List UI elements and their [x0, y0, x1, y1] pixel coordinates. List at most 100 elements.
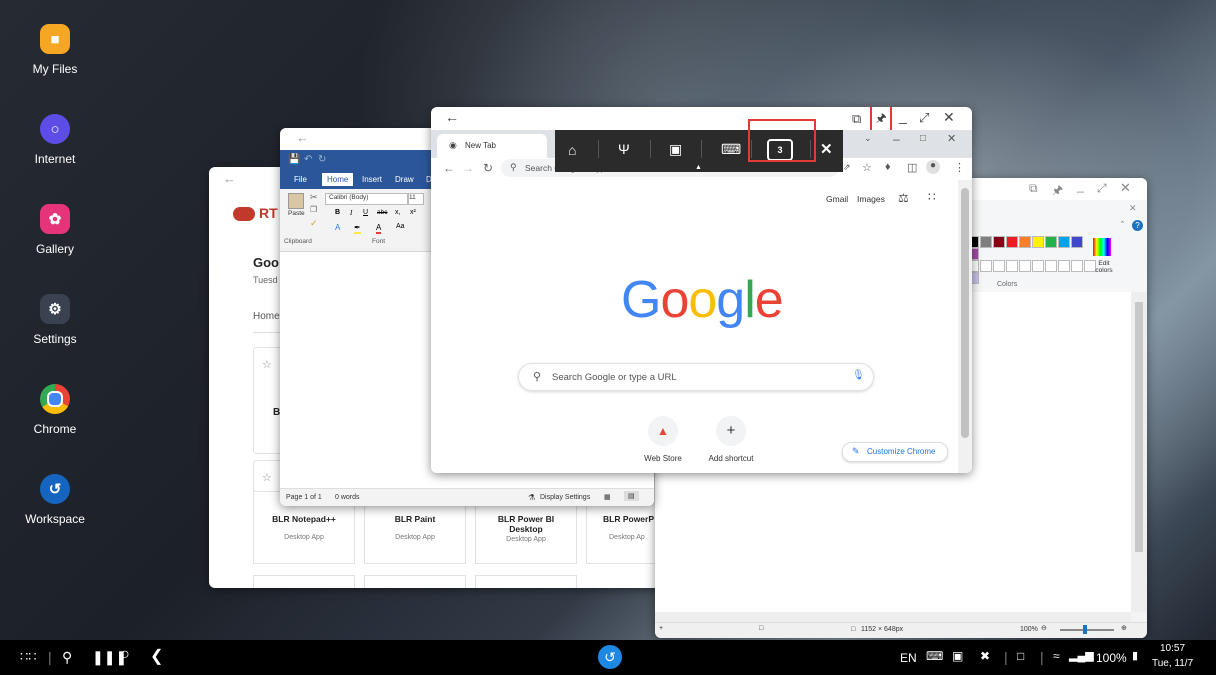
ribbon-close-icon[interactable]: ✕ — [1129, 203, 1137, 214]
color-swatch[interactable] — [1006, 236, 1018, 248]
app-card[interactable] — [364, 575, 466, 588]
zoom-out-icon[interactable]: ⊖ — [1041, 624, 1047, 632]
zoom-slider[interactable] — [1060, 629, 1114, 631]
screen-capture-icon[interactable]: ▣ — [952, 649, 963, 663]
vertical-scrollbar[interactable] — [1131, 292, 1147, 612]
star-icon[interactable]: ☆ — [262, 358, 272, 371]
portal-home-tab[interactable]: Home — [253, 311, 280, 322]
chrome-restore-icon[interactable]: □ — [920, 133, 926, 144]
chrome-menu-icon[interactable]: ⋮ — [954, 161, 965, 174]
change-case-icon[interactable]: Aa — [396, 223, 405, 230]
strikethrough-icon[interactable]: abc — [377, 209, 387, 216]
extensions-icon[interactable]: ♦ — [885, 161, 891, 173]
copy-icon[interactable]: ❐ — [310, 205, 317, 214]
star-icon[interactable]: ☆ — [262, 471, 272, 484]
font-name-select[interactable]: Calibri (Body) — [325, 193, 408, 205]
side-panel-icon[interactable]: ◫ — [907, 161, 917, 174]
desktop-icon-chrome[interactable]: Chrome — [20, 384, 90, 436]
underline-icon[interactable]: U — [363, 209, 368, 216]
back-arrow-icon[interactable]: ← — [296, 130, 309, 145]
home-icon[interactable]: ⌂ — [568, 142, 576, 158]
back-arrow-icon[interactable]: ← — [445, 109, 459, 125]
paste-icon[interactable] — [288, 193, 304, 209]
back-arrow-icon[interactable]: ← — [223, 171, 236, 186]
pin-icon[interactable]: 🖈 — [870, 107, 892, 132]
tab-draw[interactable]: Draw — [395, 175, 414, 184]
maximize-icon[interactable]: ⤢ — [919, 110, 929, 126]
search-icon[interactable]: ⚲ — [62, 649, 72, 666]
font-color-icon[interactable]: A — [376, 223, 382, 234]
custom-color-row[interactable] — [967, 260, 1097, 272]
zoom-slider-thumb[interactable] — [1083, 625, 1087, 634]
color-swatch[interactable] — [1019, 236, 1031, 248]
italic-icon[interactable]: I — [350, 209, 352, 217]
chrome-minimize-icon[interactable]: – — [893, 132, 900, 146]
desktop-icon-gallery[interactable]: ✿ Gallery — [20, 204, 90, 256]
desktop-icon-my-files[interactable]: ■ My Files — [20, 24, 90, 76]
tab-search-icon[interactable]: ⌄ — [864, 133, 872, 144]
tab-new-tab[interactable]: ◉ New Tab — [437, 134, 547, 158]
format-painter-icon[interactable]: ✓ — [310, 218, 318, 229]
nav-forward-icon[interactable]: → — [462, 161, 474, 175]
superscript-icon[interactable]: x² — [410, 209, 416, 216]
zoom-in-icon[interactable]: ⊕ — [1121, 624, 1127, 632]
search-input[interactable]: ⚲ Search Google or type a URL 🎙 — [518, 363, 874, 391]
reload-icon[interactable]: ↻ — [483, 161, 493, 175]
redo-icon[interactable]: ↻ — [318, 154, 326, 165]
save-icon[interactable]: 💾 — [288, 154, 300, 165]
undo-icon[interactable]: ↶ — [304, 154, 312, 165]
desktop-icon-settings[interactable]: ⚙ Settings — [20, 294, 90, 346]
workspace-app-icon[interactable]: ↺ — [598, 645, 622, 669]
notification-icon[interactable]: □ — [1017, 649, 1024, 663]
ribbon-collapse-icon[interactable]: ˆ — [1121, 220, 1124, 230]
usb-icon[interactable]: Ψ — [618, 141, 630, 157]
app-card[interactable] — [253, 575, 355, 588]
images-link[interactable]: Images — [857, 194, 885, 204]
print-layout-icon[interactable]: ▤ — [624, 491, 639, 501]
bold-icon[interactable]: B — [335, 209, 340, 216]
color-swatch[interactable] — [1045, 236, 1057, 248]
collapse-caret-icon[interactable]: ▲ — [695, 164, 702, 171]
color-swatch[interactable] — [1032, 236, 1044, 248]
maximize-icon[interactable]: ⤢ — [1097, 181, 1107, 196]
desktop-icon-internet[interactable]: ○ Internet — [20, 114, 90, 166]
highlight-icon[interactable]: ✒ — [354, 223, 361, 234]
apps-grid-icon[interactable]: ∷∷ — [20, 649, 37, 665]
display-settings-icon[interactable]: ⚗ — [528, 493, 535, 502]
app-card[interactable] — [475, 575, 577, 588]
pin-icon[interactable]: 🖈 — [1052, 181, 1063, 202]
display-settings-button[interactable]: Display Settings — [540, 494, 590, 501]
shortcut-add[interactable]: + Add shortcut — [701, 416, 761, 463]
color-swatch[interactable] — [980, 236, 992, 248]
page-scrollbar[interactable] — [958, 180, 972, 473]
close-icon[interactable]: ✕ — [1120, 180, 1131, 196]
nav-back-icon[interactable]: ← — [443, 161, 455, 175]
minimize-icon[interactable]: _ — [899, 108, 907, 124]
shortcut-web-store[interactable]: ▲ Web Store — [633, 416, 693, 463]
color-swatch[interactable] — [1058, 236, 1070, 248]
help-icon[interactable]: ? — [1132, 220, 1143, 231]
home-icon[interactable]: ○ — [120, 646, 130, 664]
read-mode-icon[interactable]: ▦ — [604, 493, 611, 501]
close-icon[interactable]: ✕ — [943, 109, 955, 126]
language-indicator[interactable]: EN — [900, 651, 917, 665]
labs-flask-icon[interactable]: ⚖ — [898, 191, 909, 205]
toolbar-close-icon[interactable]: ✕ — [820, 140, 833, 158]
share-icon[interactable]: ⇗ — [843, 162, 851, 173]
bookmark-star-icon[interactable]: ☆ — [862, 161, 872, 174]
subscript-icon[interactable]: x, — [395, 209, 400, 216]
keyboard-icon[interactable]: ⌨ — [926, 649, 943, 663]
edit-colors-icon[interactable] — [1093, 238, 1111, 256]
color-swatch[interactable] — [993, 236, 1005, 248]
color-swatch[interactable] — [1071, 236, 1083, 248]
tab-file[interactable]: File — [294, 175, 307, 184]
tab-insert[interactable]: Insert — [362, 175, 382, 184]
cut-icon[interactable]: ✂ — [310, 192, 318, 203]
multi-window-icon[interactable]: ⧉ — [1029, 181, 1038, 196]
font-size-select[interactable]: 11 — [408, 193, 424, 205]
horizontal-scrollbar[interactable] — [655, 612, 1131, 622]
profile-avatar[interactable]: ● — [926, 160, 940, 174]
gmail-link[interactable]: Gmail — [826, 194, 848, 204]
back-icon[interactable]: ❮ — [150, 646, 163, 666]
screenshot-icon[interactable]: ▣ — [669, 141, 682, 158]
